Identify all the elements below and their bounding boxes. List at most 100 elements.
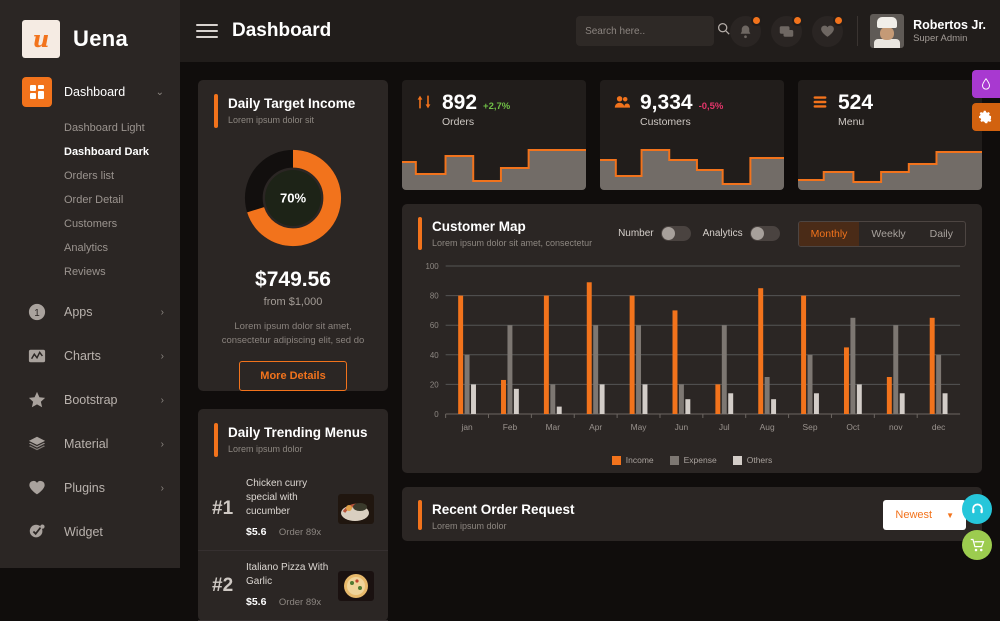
trend-price: $5.6 [246,596,267,608]
tab-daily[interactable]: Daily [918,222,965,246]
trend-info: Chicken curry special with cucumber $5.6… [246,477,338,540]
chart-legend: Income Expense Others [402,453,982,465]
sidebar-nav: Dashboard ⌄ Dashboard Light Dashboard Da… [0,70,180,568]
donut-percent-label: 70% [280,191,307,206]
stat-card-orders[interactable]: 892 +2,7% Orders [402,80,586,190]
subnav-item-orders-list[interactable]: Orders list [0,164,180,188]
stat-card-customers[interactable]: 9,334 -0,5% Customers [600,80,784,190]
sidebar-item-label: Material [64,437,109,451]
subnav-item-order-detail[interactable]: Order Detail [0,188,180,212]
sidebar-item-dashboard[interactable]: Dashboard ⌄ [0,70,180,114]
target-from: from $1,000 [263,296,323,308]
stat-label: Menu [838,116,865,128]
printer-icon [22,561,52,568]
profile-name: Robertos Jr. [913,17,986,32]
left-column: Daily Target Income Lorem ipsum dolor si… [198,80,388,621]
sidebar-item-bootstrap[interactable]: Bootstrap › [0,378,180,422]
sidebar-item-label: Bootstrap [64,393,118,407]
svg-text:May: May [631,422,648,432]
messages-badge [792,14,804,26]
notifications-button[interactable] [730,14,763,47]
list-item[interactable]: #1 Chicken curry special with cucumber $… [198,467,388,551]
sidebar-item-charts[interactable]: Charts › [0,334,180,378]
sidebar-item-plugins[interactable]: Plugins › [0,466,180,510]
card-header: Daily Trending Menus Lorem ipsum dolor [198,409,388,467]
cart-icon[interactable] [962,530,992,560]
number-switch[interactable] [660,226,691,241]
support-headset-icon[interactable] [962,494,992,524]
chevron-down-icon: ⌄ [155,86,164,98]
brand[interactable]: u Uena [0,0,180,62]
legend-item[interactable]: Others [732,455,772,465]
svg-text:100: 100 [426,262,440,271]
subnav-item-reviews[interactable]: Reviews [0,260,180,284]
tab-weekly[interactable]: Weekly [859,222,917,246]
svg-text:Oct: Oct [846,422,860,432]
customers-spark [600,149,784,190]
search-icon[interactable] [717,22,730,40]
card-subtitle: Lorem ipsum dolor sit amet, consectetur [432,238,593,248]
sidebar-item-label: Apps [64,305,93,319]
subnav-item-analytics[interactable]: Analytics [0,236,180,260]
stat-label: Orders [442,116,475,128]
svg-text:Apr: Apr [589,422,602,432]
tab-monthly[interactable]: Monthly [798,221,860,246]
more-details-button[interactable]: More Details [239,361,347,391]
toggle-number[interactable]: Number [618,226,691,241]
trend-rank: #1 [212,497,234,519]
page-title: Dashboard [232,20,332,41]
subnav-item-customers[interactable]: Customers [0,212,180,236]
svg-text:Aug: Aug [760,422,775,432]
trend-price: $5.6 [246,526,267,538]
chevron-right-icon: › [160,306,164,318]
donut-chart: 70% [198,142,388,254]
hamburger-icon[interactable] [196,20,218,42]
trend-orders: Order 89x [278,527,322,538]
search-input[interactable] [585,25,718,37]
subnav-item-dashboard-dark[interactable]: Dashboard Dark [0,140,180,164]
top-bar: Dashboard Robertos Jr. Su [180,0,1000,62]
profile-menu[interactable]: Robertos Jr. Super Admin [870,14,986,48]
trend-name: Italiano Pizza With Garlic [246,562,329,587]
card-title: Recent Order Request [432,502,575,517]
svg-text:80: 80 [430,292,439,301]
subnav-item-dashboard-light[interactable]: Dashboard Light [0,116,180,140]
stat-delta: -0,5% [698,101,724,112]
svg-text:dec: dec [932,422,946,432]
svg-text:1: 1 [34,308,40,319]
stat-cards: 892 +2,7% Orders 9,334 -0,5% Customers 5… [402,80,982,190]
svg-text:Mar: Mar [546,422,561,432]
sidebar-item-forms[interactable]: Forms › [0,554,180,568]
main-content: Daily Target Income Lorem ipsum dolor si… [180,62,1000,621]
svg-text:Sep: Sep [803,422,818,432]
messages-button[interactable] [771,14,804,47]
accent-bar [214,94,218,128]
star-icon [22,385,52,415]
analytics-switch[interactable] [749,226,780,241]
legend-item[interactable]: Income [611,455,654,465]
sidebar-item-apps[interactable]: 1 Apps › [0,290,180,334]
sidebar-item-widget[interactable]: Widget [0,510,180,554]
stat-card-menu[interactable]: 524 Menu [798,80,982,190]
card-subtitle: Lorem ipsum dolor [432,521,507,531]
chevron-down-icon: ▼ [946,510,954,520]
trend-thumbnail [338,493,374,524]
theme-drop-icon[interactable] [972,70,1000,98]
brand-logo-icon: u [22,20,60,58]
sidebar-item-material[interactable]: Material › [0,422,180,466]
svg-text:20: 20 [430,380,439,389]
toggle-analytics[interactable]: Analytics [703,226,780,241]
trend-orders: Order 89x [278,597,322,608]
stat-value: 9,334 [640,91,693,114]
sidebar-item-label: Dashboard [64,85,126,99]
search-box[interactable] [576,16,730,46]
legend-item[interactable]: Expense [669,455,717,465]
sort-dropdown[interactable]: Newest ▼ [883,500,966,530]
customers-icon [614,94,630,115]
stat-value: 892 [442,91,478,114]
settings-gear-icon[interactable] [972,103,1000,131]
chart-controls: Number Analytics Monthly Weekly Daily [618,220,966,247]
recent-order-request-card: Recent Order Request Lorem ipsum dolor N… [402,487,982,541]
list-item[interactable]: #2 Italiano Pizza With Garlic $5.6 Order… [198,551,388,621]
favorites-button[interactable] [812,14,845,47]
